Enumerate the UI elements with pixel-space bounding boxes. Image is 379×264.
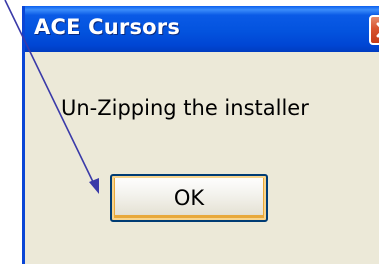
title-bar[interactable]: ACE Cursors	[25, 6, 379, 52]
screenshot-stage: ACE Cursors Un-Zipping the installer OK	[0, 0, 379, 264]
message-dialog: ACE Cursors Un-Zipping the installer OK	[22, 6, 379, 264]
ok-button[interactable]: OK	[110, 174, 268, 222]
close-button[interactable]	[369, 15, 379, 45]
window-title: ACE Cursors	[34, 15, 181, 39]
dialog-message: Un-Zipping the installer	[61, 96, 309, 120]
